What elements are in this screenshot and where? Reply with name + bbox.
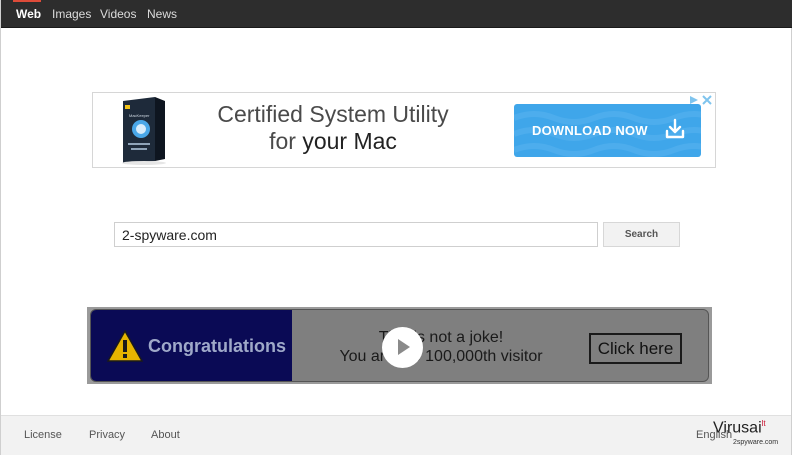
download-now-label: DOWNLOAD NOW — [532, 123, 648, 138]
search-input[interactable] — [114, 222, 598, 247]
watermark-brand: Virusailt — [713, 419, 766, 437]
footer-link-license[interactable]: License — [24, 429, 62, 441]
search-button[interactable]: Search — [603, 222, 680, 247]
ad-headline: Certified System Utility for your Mac — [203, 101, 463, 155]
congratulations-message: This is not a joke! You are the 100,000t… — [296, 328, 586, 366]
svg-text:MacKeeper: MacKeeper — [129, 113, 150, 118]
watermark-sub: 2spyware.com — [733, 439, 779, 446]
ad-headline-line1: Certified System Utility — [217, 101, 449, 127]
nav-tab-images[interactable]: Images — [52, 0, 91, 28]
page-frame: Web Images Videos News MacKeeper Certifi… — [0, 0, 792, 455]
congratulations-message-line1: This is not a joke! — [378, 329, 504, 346]
adchoices-icon[interactable] — [687, 94, 713, 106]
nav-tab-web[interactable]: Web — [16, 0, 41, 28]
congratulations-message-line2: You are the 100,000th visitor — [339, 348, 543, 365]
site-watermark: Virusailt 2spyware.com — [713, 417, 791, 451]
ad-headline-line2: for your Mac — [269, 128, 397, 154]
nav-tab-videos[interactable]: Videos — [100, 0, 136, 28]
footer-link-privacy[interactable]: Privacy — [89, 429, 125, 441]
download-icon — [665, 118, 685, 139]
play-icon[interactable] — [382, 327, 423, 368]
warning-icon — [107, 330, 143, 362]
footer: License Privacy About English — [1, 415, 791, 455]
congratulations-title-area: Congratulations — [91, 310, 292, 381]
nav-tab-news[interactable]: News — [147, 0, 177, 28]
congratulations-panel: Congratulations This is not a joke! You … — [90, 309, 709, 382]
click-here-button[interactable]: Click here — [589, 333, 682, 364]
download-now-button[interactable]: DOWNLOAD NOW — [514, 104, 701, 157]
ad-banner[interactable]: MacKeeper Certified System Utility for y… — [92, 92, 716, 168]
congratulations-title: Congratulations — [148, 336, 286, 356]
product-box-image: MacKeeper — [122, 97, 166, 165]
top-nav-bar: Web Images Videos News — [1, 0, 792, 28]
footer-link-about[interactable]: About — [151, 429, 180, 441]
congratulations-banner[interactable]: Congratulations This is not a joke! You … — [87, 307, 712, 384]
